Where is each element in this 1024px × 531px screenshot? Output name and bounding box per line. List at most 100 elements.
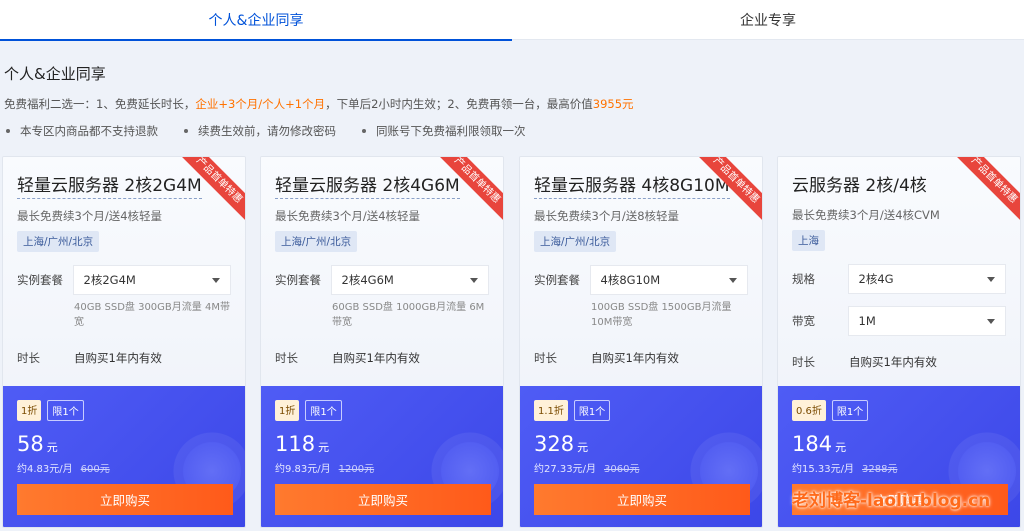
spec-label: 实例套餐 [534, 273, 580, 287]
section-title: 个人&企业同享 [4, 65, 106, 83]
price-unit: 元 [577, 441, 589, 454]
price: 58 元 [17, 432, 233, 456]
duration-value: 自购买1年内有效 [332, 351, 420, 365]
spec-label: 实例套餐 [17, 273, 63, 287]
spec-select-value: 2核4G6M [341, 273, 394, 287]
tab-enterprise-only[interactable]: 企业专享 [512, 0, 1024, 40]
duration-label: 时长 [792, 355, 815, 369]
spec-select-value: 4核8G10M [600, 273, 661, 287]
chevron-down-icon [729, 277, 737, 283]
price-unit: 元 [835, 441, 847, 454]
note-text: 同账号下免费福利限领取一次 [376, 124, 526, 138]
monthly-value: 约9.83元/月 [275, 464, 331, 475]
product-card-lighthouse-4c8g: 产品首单特惠 轻量云服务器 4核8G10M 最长免费续3个月/送8核轻量 上海/… [519, 156, 763, 528]
tab-bar: 个人&企业同享 企业专享 [0, 0, 1024, 41]
limit-badge: 限1个 [831, 400, 869, 421]
monthly-value: 约15.33元/月 [792, 464, 854, 475]
price: 118 元 [275, 432, 491, 456]
original-price: 600元 [80, 464, 110, 475]
benefit-highlight-value: 3955元 [592, 97, 634, 111]
price: 328 元 [534, 432, 750, 456]
monthly-value: 约4.83元/月 [17, 464, 73, 475]
discount-badge: 0.6折 [792, 400, 826, 421]
region-tag: 上海/广州/北京 [275, 231, 358, 252]
duration-value: 自购买1年内有效 [74, 351, 162, 365]
buy-button[interactable]: 立即购买 [17, 484, 233, 515]
limit-badge: 限1个 [47, 400, 84, 421]
limit-badge: 限1个 [573, 400, 611, 421]
spec-select[interactable]: 4核8G10M [589, 265, 748, 295]
discount-badge: 1折 [275, 400, 300, 421]
spec-description: 40GB SSD盘 300GB月流量 4M带宽 [74, 302, 230, 328]
spec-label: 规格 [792, 272, 815, 286]
product-title[interactable]: 轻量云服务器 2核2G4M [17, 171, 202, 199]
price-value: 184 [792, 432, 833, 456]
spec-select-value: 2核4G [858, 272, 894, 286]
product-card-lighthouse-2c2g: 产品首单特惠 轻量云服务器 2核2G4M 最长免费续3个月/送4核轻量 上海/广… [2, 156, 246, 528]
spec-select[interactable]: 2核2G4M [72, 265, 231, 295]
region-tag: 上海/广州/北京 [534, 231, 617, 252]
bandwidth-select[interactable]: 1M [847, 306, 1006, 336]
site-watermark: 老刘博客-laoliublog.cn [792, 491, 991, 511]
note-text: 续费生效前，请勿修改密码 [198, 124, 336, 138]
product-title[interactable]: 云服务器 2核/4核 [792, 171, 927, 198]
chevron-down-icon [470, 277, 478, 283]
buy-button[interactable]: 立即购买 [534, 484, 750, 515]
bullet-icon [184, 129, 188, 133]
monthly-price: 约9.83元/月 1200元 [275, 460, 491, 475]
bandwidth-select-value: 1M [858, 314, 876, 328]
benefit-middle: ，下单后2小时内生效；2、免费再领一台，最高价值 [325, 97, 593, 111]
chevron-down-icon [212, 277, 220, 283]
product-title[interactable]: 轻量云服务器 4核8G10M [534, 171, 730, 199]
spec-description: 60GB SSD盘 1000GB月流量 6M带宽 [332, 302, 485, 328]
spec-select-value: 2核2G4M [83, 273, 136, 287]
note-item: 同账号下免费福利限领取一次 [362, 123, 526, 139]
original-price: 3060元 [604, 464, 640, 475]
spec-description: 100GB SSD盘 1500GB月流量 10M带宽 [591, 302, 732, 328]
original-price: 1200元 [338, 464, 375, 475]
product-card-lighthouse-2c4g: 产品首单特惠 轻量云服务器 2核4G6M 最长免费续3个月/送4核轻量 上海/广… [260, 156, 504, 528]
duration-label: 时长 [17, 351, 40, 365]
price-unit: 元 [46, 441, 58, 454]
product-subtitle: 最长免费续3个月/送4核CVM [792, 208, 940, 222]
bandwidth-label: 带宽 [792, 314, 815, 328]
spec-label: 实例套餐 [275, 273, 321, 287]
benefit-highlight-extension: 企业+3个月/个人+1个月 [195, 97, 326, 111]
bullet-icon [362, 129, 366, 133]
limit-badge: 限1个 [305, 400, 342, 421]
benefit-text: 免费福利二选一：1、免费延长时长，企业+3个月/个人+1个月，下单后2小时内生效… [4, 96, 634, 112]
duration-value: 自购买1年内有效 [849, 355, 937, 369]
note-item: 本专区内商品都不支持退款 [6, 123, 158, 139]
bullet-icon [6, 129, 10, 133]
note-item: 续费生效前，请勿修改密码 [184, 123, 336, 139]
product-title[interactable]: 轻量云服务器 2核4G6M [275, 171, 460, 199]
monthly-price: 约15.33元/月 3288元 [792, 460, 1008, 475]
price-value: 118 [275, 432, 316, 456]
product-subtitle: 最长免费续3个月/送4核轻量 [275, 209, 421, 223]
spec-select[interactable]: 2核4G [847, 264, 1006, 294]
price: 184 元 [792, 432, 1008, 456]
price-value: 58 [17, 432, 44, 456]
monthly-price: 约4.83元/月 600元 [17, 460, 233, 475]
tab-personal-enterprise[interactable]: 个人&企业同享 [0, 0, 512, 41]
monthly-price: 约27.33元/月 3060元 [534, 460, 750, 475]
chevron-down-icon [987, 276, 995, 282]
duration-label: 时长 [534, 351, 557, 365]
product-card-cvm: 产品首单特惠 云服务器 2核/4核 最长免费续3个月/送4核CVM 上海 规格 … [777, 156, 1021, 528]
price-panel: 1.1折 限1个 328 元 约27.33元/月 3060元 立即购买 [520, 386, 762, 527]
spec-select[interactable]: 2核4G6M [330, 265, 489, 295]
price-unit: 元 [318, 441, 330, 454]
duration-label: 时长 [275, 351, 298, 365]
benefit-prefix: 免费福利二选一：1、免费延长时长， [4, 97, 196, 111]
chevron-down-icon [987, 318, 995, 324]
buy-button[interactable]: 立即购买 [275, 484, 491, 515]
price-panel: 1折 限1个 58 元 约4.83元/月 600元 立即购买 [3, 386, 245, 527]
region-tag: 上海/广州/北京 [17, 231, 100, 252]
duration-value: 自购买1年内有效 [591, 351, 679, 365]
notes-list: 本专区内商品都不支持退款 续费生效前，请勿修改密码 同账号下免费福利限领取一次 [6, 123, 552, 139]
discount-badge: 1折 [17, 400, 42, 421]
region-tag: 上海 [792, 230, 825, 251]
price-panel: 1折 限1个 118 元 约9.83元/月 1200元 立即购买 [261, 386, 503, 527]
original-price: 3288元 [862, 464, 898, 475]
product-subtitle: 最长免费续3个月/送8核轻量 [534, 209, 680, 223]
